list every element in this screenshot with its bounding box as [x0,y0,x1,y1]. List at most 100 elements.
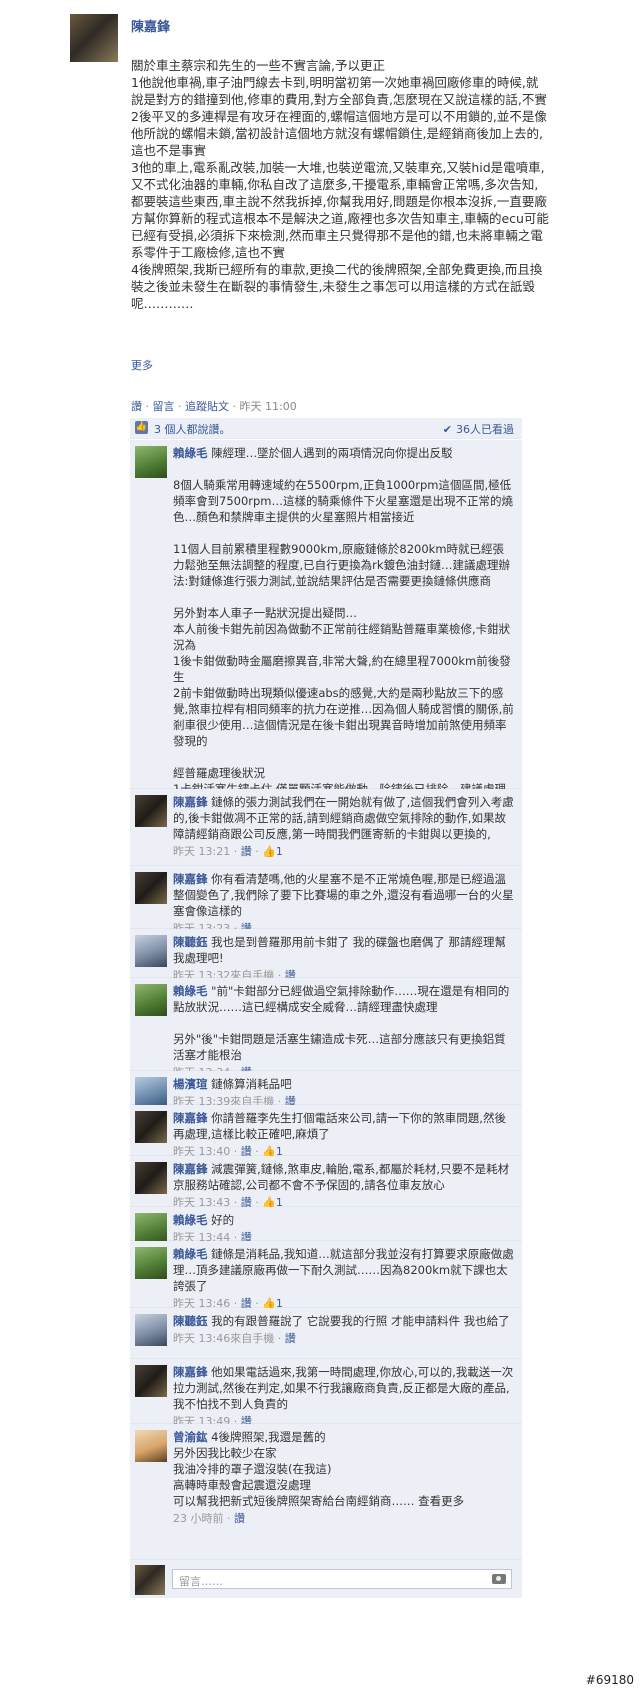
thumbs-up-icon: 👍 [262,845,276,858]
comment-like-link[interactable]: 讚 [241,845,252,858]
comment-meta: 昨天 13:46來自手機 · 讚 [173,1332,296,1345]
commenter-name[interactable]: 陳嘉鋒 [173,1111,208,1125]
seen-count[interactable]: ✔ 36人已看過 [443,421,514,437]
commenter-name[interactable]: 陳聽鈺 [173,1314,208,1328]
more-link[interactable]: 更多 [131,357,153,373]
comment-text: 陳聽鈺 我的有跟普羅說了 它說要我的行照 才能申請料件 我也給了 [173,1314,510,1328]
commenter-name[interactable]: 賴綠毛 [173,446,208,460]
comment: 陳嘉鋒 減震彈簧,鏈條,煞車皮,輪胎,電系,都屬於耗材,只要不是耗材京服務站確認… [130,1156,522,1209]
comment-text: 另外"後"卡鉗問題是活塞生鏽造成卡死…這部分應該只有更換鋁質活塞才能根治 [173,1032,506,1062]
thumbs-up-icon: 👍 [135,421,148,434]
commenter-avatar[interactable] [135,1430,167,1462]
like-link[interactable]: 讚 [131,400,142,413]
comment: 賴綠毛 好的 昨天 13:44 · 讚 [130,1207,522,1245]
comment-text: 1後卡鉗做動時金屬磨擦異音,非常大聲,約在總里程7000km前後發生 [173,654,511,684]
comment: 陳聽鈺 我也是到普羅那用前卡鉗了 我的碟盤也磨偶了 那請經理幫我處理吧! 昨天 1… [130,929,522,982]
commenter-name[interactable]: 賴綠毛 [173,1247,208,1261]
follow-post-link[interactable]: 追蹤貼文 [185,400,229,413]
post-time[interactable]: 昨天 11:00 [240,400,297,413]
comment-text: 陳嘉鋒 鏈條的張力測試我們在一開始就有做了,這個我們會列入考慮的,後卡鉗做凋不正… [173,795,514,841]
comment-text: 賴綠毛 鏈條是消耗品,我知道…就這部分我並沒有打算要求原廠做處理…頂多建議原廠再… [173,1247,514,1293]
commenter-avatar[interactable] [135,1162,167,1194]
comment-time[interactable]: 23 小時前 [173,1512,224,1525]
comment-text: 8個人騎乘常用轉速域約在5500rpm,正負1000rpm這個區間,極低頻率會到… [173,478,513,524]
commenter-avatar[interactable] [135,1247,167,1279]
commenter-name[interactable]: 陳嘉鋒 [173,795,208,809]
comment-meta: 23 小時前 · 讚 [173,1512,245,1525]
checkmark-icon: ✔ [442,423,452,436]
commenter-name[interactable]: 楊濱瑄 [173,1077,208,1091]
comment-content: 賴綠毛 鏈條是消耗品,我知道…就這部分我並沒有打算要求原廠做處理…頂多建議原廠再… [173,1246,515,1312]
comment-text: 陳嘉鋒 他如果電話過來,我第一時間處理,你放心,可以的,我載送一次拉力測試,然後… [173,1365,514,1411]
comment-content: 陳嘉鋒 你有看清楚嗎,他的火星塞不是不正常燒色喔,那是已經過溫整個變色了,我們除… [173,871,515,937]
comment-text: 另外對本人車子一點狀況提出疑問… [173,606,357,620]
comment-text: 曾渝鈜 4後牌照架,我還是舊的 [173,1430,326,1444]
commenter-avatar[interactable] [135,872,167,904]
comment-text: 賴綠毛 陳經理…墜於個人遇到的兩項情況向你提出反駁 [173,446,453,460]
commenter-name[interactable]: 陳嘉鋒 [173,1365,208,1379]
comment-input[interactable]: 留言…… [172,1569,512,1589]
commenter-avatar[interactable] [135,935,167,967]
post-paragraph: 3他的車上,電系亂改裝,加裝一大堆,也裝逆電流,又裝車充,又裝hid是電噴車,又… [131,160,549,260]
post-actions: 讚 · 留言 · 追蹤貼文 · 昨天 11:00 [131,400,297,413]
watermark: #69180 [585,1673,634,1687]
commenter-name[interactable]: 曾渝鈜 [173,1430,208,1444]
comment-text: 高轉時車殼會起震還沒處理 [173,1478,311,1492]
comment-text: 陳嘉鋒 你請普羅李先生打個電話來公司,請一下你的煞車問題,然後再處理,這樣比較正… [173,1111,506,1141]
comment-text: 陳嘉鋒 你有看清楚嗎,他的火星塞不是不正常燒色喔,那是已經過溫整個變色了,我們除… [173,872,514,918]
comment: 陳嘉鋒 鏈條的張力測試我們在一開始就有做了,這個我們會列入考慮的,後卡鉗做凋不正… [130,789,522,866]
comment: 楊濱瑄 鏈條算消耗品吧 昨天 13:39來自手機 · 讚 [130,1071,522,1109]
comment: 陳嘉鋒 你有看清楚嗎,他的火星塞不是不正常燒色喔,那是已經過溫整個變色了,我們除… [130,866,522,935]
comment-text [173,589,515,605]
comment-text: 楊濱瑄 鏈條算消耗品吧 [173,1077,292,1091]
commenter-avatar[interactable] [135,984,167,1016]
camera-icon[interactable] [492,1574,506,1584]
comment-composer: 留言…… [130,1560,522,1598]
comment-text [173,749,515,765]
comment-text: 陳聽鈺 我也是到普羅那用前卡鉗了 我的碟盤也磨偶了 那請經理幫我處理吧! [173,935,506,965]
comment-text: 另外因我比較少在家 [173,1446,277,1460]
post-paragraph: 1他說他車禍,車子油門線去卡到,明明當初第一次她車禍回廠修車的時候,就說是對方的… [131,75,547,107]
comment-content: 賴綠毛 "前"卡鉗部分已經做過空氣排除動作……現在還是有相同的點放狀況……這已經… [173,983,515,1081]
comment: 陳嘉鋒 你請普羅李先生打個電話來公司,請一下你的煞車問題,然後再處理,這樣比較正… [130,1105,522,1158]
comment-content: 曾渝鈜 4後牌照架,我還是舊的 另外因我比較少在家我油冷排的罩子還沒裝(在我這) 高… [173,1429,515,1527]
commenter-avatar[interactable] [135,1314,167,1346]
comment-content: 陳嘉鋒 減震彈簧,鏈條,煞車皮,輪胎,電系,都屬於耗材,只要不是耗材京服務站確認… [173,1161,515,1211]
post-paragraph: 2後平叉的多連桿是有攻牙在裡面的,螺帽這個地方是可以不用鎖的,並不是像他所說的螺… [131,109,547,158]
comment-link[interactable]: 留言 [153,400,175,413]
post-paragraph: 關於車主蔡宗和先生的一些不實言論,予以更正 [131,58,385,73]
comment-like-link[interactable]: 讚 [234,1512,245,1525]
comment-content: 陳聽鈺 我也是到普羅那用前卡鉗了 我的碟盤也磨偶了 那請經理幫我處理吧! 昨天 1… [173,934,515,984]
comment: 賴綠毛 陳經理…墜於個人遇到的兩項情況向你提出反駁 8個人騎乘常用轉速域約在55… [130,440,522,877]
comment-like-count[interactable]: 👍1 [262,845,283,858]
commenter-avatar[interactable] [135,795,167,827]
likes-summary[interactable]: 3 個人都說讚。 [154,421,231,437]
comment-content: 陳嘉鋒 他如果電話過來,我第一時間處理,你放心,可以的,我載送一次拉力測試,然後… [173,1364,515,1430]
comment-text [173,525,515,541]
comment-time[interactable]: 昨天 13:21 [173,845,230,858]
commenter-avatar[interactable] [135,446,167,478]
commenter-avatar[interactable] [135,1365,167,1397]
likes-bar: 👍 3 個人都說讚。 ✔ 36人已看過 [130,418,522,439]
commenter-name[interactable]: 陳聽鈺 [173,935,208,949]
comment-like-link[interactable]: 讚 [285,1332,296,1345]
post-body: 關於車主蔡宗和先生的一些不實言論,予以更正 1他說他車禍,車子油門線去卡到,明明當… [131,57,549,312]
author-avatar[interactable] [70,14,118,62]
commenter-name[interactable]: 賴綠毛 [173,1213,208,1227]
comment-text: 2前卡鉗做動時出現類似優速abs的感覺,大約是兩秒點放三下的感覺,煞車拉桿有相同… [173,686,514,748]
comment-text: 我油冷排的罩子還沒裝(在我這) [173,1462,332,1476]
commenter-name[interactable]: 陳嘉鋒 [173,872,208,886]
comment-content: 陳聽鈺 我的有跟普羅說了 它說要我的行照 才能申請料件 我也給了 昨天 13:46… [173,1313,515,1347]
comment-meta: 昨天 13:21 · 讚 · 👍1 [173,845,283,858]
author-name[interactable]: 陳嘉鋒 [131,16,170,35]
comment-text: 本人前後卡鉗先前因為做動不正常前往經銷點普羅車業檢修,卡鉗狀況為 [173,622,511,652]
comment-content: 陳嘉鋒 你請普羅李先生打個電話來公司,請一下你的煞車問題,然後再處理,這樣比較正… [173,1110,515,1160]
commenter-name[interactable]: 賴綠毛 [173,984,208,998]
comment-text: 經普羅處理後狀況 [173,766,265,780]
comment-text: 可以幫我把新式短後牌照架寄給台南經銷商…… 查看更多 [173,1494,465,1508]
comment-time[interactable]: 昨天 13:46來自手機 [173,1332,274,1345]
comment: 賴綠毛 鏈條是消耗品,我知道…就這部分我並沒有打算要求原廠做處理…頂多建議原廠再… [130,1241,522,1310]
post-paragraph: 4後牌照架,我斯已經所有的車款,更換二代的後牌照架,全部免費更換,而且換裝之後並… [131,262,543,311]
commenter-name[interactable]: 陳嘉鋒 [173,1162,208,1176]
commenter-avatar[interactable] [135,1111,167,1143]
